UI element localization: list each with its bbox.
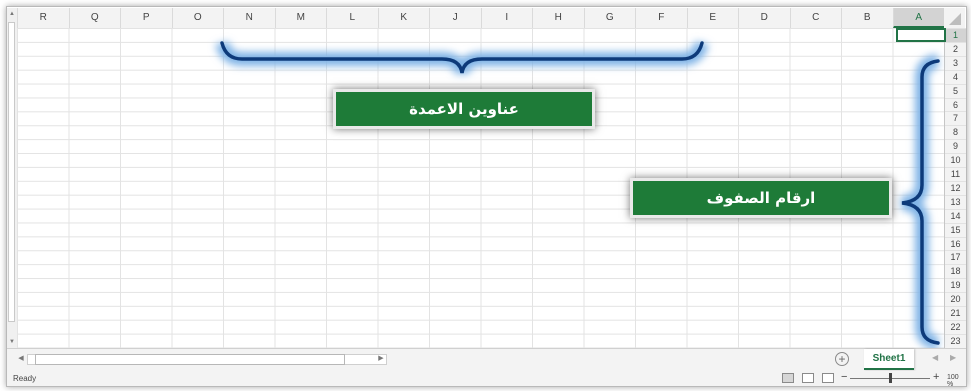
column-header-c[interactable]: C [789,8,842,28]
column-headers-callout: عناوين الاعمدة [333,89,595,129]
tab-scroll-left-icon[interactable]: ◀ [932,353,938,362]
zoom-level[interactable]: 100 % [947,374,966,386]
zoom-out-icon[interactable]: − [841,371,847,383]
row-header-5[interactable]: 5 [945,83,966,98]
row-header-15[interactable]: 15 [945,222,966,237]
column-header-r[interactable]: R [17,8,69,28]
column-brace-icon [215,40,709,75]
vertical-scroll-thumb[interactable] [8,22,15,322]
row-header-12[interactable]: 12 [945,180,966,195]
row-header-22[interactable]: 22 [945,319,966,334]
scroll-left-icon[interactable]: ◀ [15,353,27,365]
horizontal-scroll-thumb[interactable] [35,354,345,365]
normal-view-icon[interactable] [782,373,794,383]
page-break-view-icon[interactable] [822,373,834,383]
row-header-9[interactable]: 9 [945,139,966,153]
column-header-n[interactable]: N [223,8,275,28]
column-header-j[interactable]: J [429,8,481,28]
row-brace-icon [900,54,940,350]
page-layout-view-icon[interactable] [802,373,814,383]
scroll-up-icon[interactable]: ▲ [7,8,17,20]
row-header-3[interactable]: 3 [945,55,966,70]
column-headers: RQPONMLKJIHGFEDCBA [17,8,955,29]
row-header-1[interactable]: 1 [945,28,966,42]
zoom-slider-thumb[interactable] [889,373,892,383]
select-all-icon[interactable] [949,13,961,25]
column-header-k[interactable]: K [377,8,430,28]
row-header-10[interactable]: 10 [945,153,966,167]
row-header-2[interactable]: 2 [945,41,966,56]
plus-circle-icon[interactable]: + [835,352,849,366]
column-header-q[interactable]: Q [68,8,121,28]
row-header-19[interactable]: 19 [945,278,966,292]
active-cell-a1[interactable] [896,28,946,42]
column-header-d[interactable]: D [738,8,790,28]
status-bar: Ready − + 100 % [7,371,966,386]
sheet-tab-bar: ◀ ▶ + Sheet1 ◀ ▶ [7,348,966,371]
column-header-h[interactable]: H [532,8,584,28]
row-header-4[interactable]: 4 [945,69,966,84]
row-header-21[interactable]: 21 [945,306,966,320]
row-header-23[interactable]: 23 [945,333,966,348]
row-headers: 123456789101112131415161718192021222324 [944,28,966,360]
column-header-e[interactable]: E [686,8,739,28]
row-numbers-callout: ارقام الصفوف [630,178,892,218]
row-header-20[interactable]: 20 [945,292,966,306]
column-header-g[interactable]: G [583,8,636,28]
sheet-tab-sheet1[interactable]: Sheet1 [864,349,914,370]
select-all-corner[interactable] [944,8,965,29]
tab-scroll-right-icon[interactable]: ▶ [950,353,956,362]
row-header-13[interactable]: 13 [945,194,966,209]
row-header-18[interactable]: 18 [945,264,966,278]
row-header-14[interactable]: 14 [945,208,966,223]
column-header-l[interactable]: L [326,8,378,28]
status-text: Ready [13,374,37,383]
row-header-7[interactable]: 7 [945,111,966,125]
column-header-p[interactable]: P [120,8,172,28]
row-header-16[interactable]: 16 [945,236,966,251]
row-header-8[interactable]: 8 [945,125,966,139]
column-header-b[interactable]: B [841,8,893,28]
excel-window: ▲ ▼ RQPONMLKJIHGFEDCBA 1 2 3 4 5 6 7 8 9 10 11 12 13… [6,6,967,387]
column-header-i[interactable]: I [480,8,533,28]
row-header-17[interactable]: 17 [945,250,966,264]
column-header-f[interactable]: F [635,8,687,28]
column-header-a[interactable]: A [892,8,944,28]
zoom-in-icon[interactable]: + [933,371,939,383]
scroll-down-icon[interactable]: ▼ [7,336,17,348]
column-header-o[interactable]: O [171,8,224,28]
row-header-6[interactable]: 6 [945,97,966,112]
scroll-right-icon[interactable]: ▶ [375,353,387,365]
column-header-m[interactable]: M [274,8,327,28]
row-header-11[interactable]: 11 [945,167,966,181]
